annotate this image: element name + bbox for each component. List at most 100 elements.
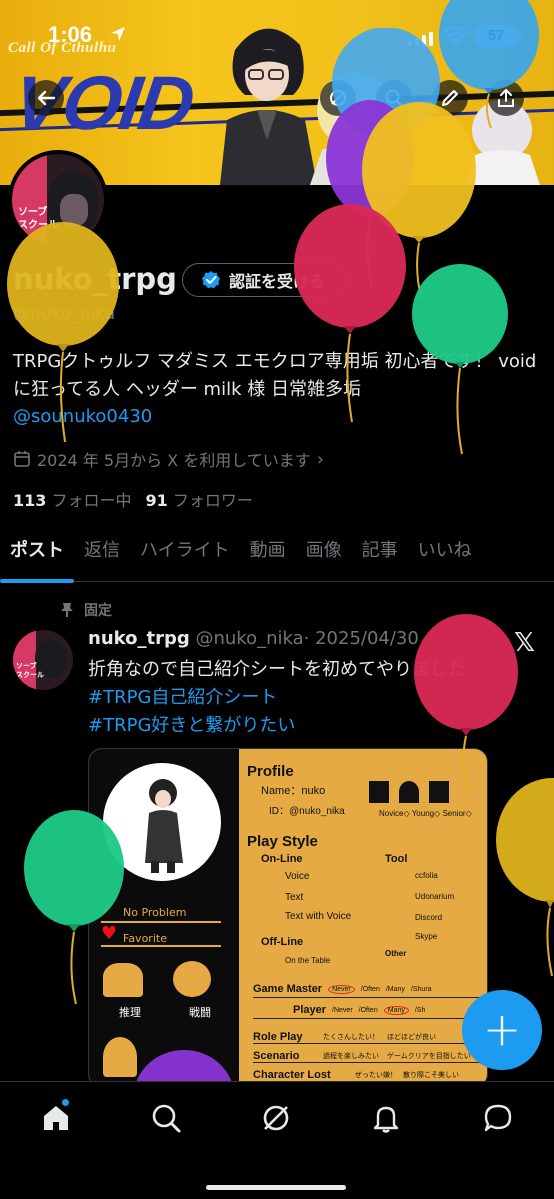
sheet-online-item: Text: [285, 892, 304, 903]
post-body: 折角なので自己紹介シートを初めてやりました #TRPG自己紹介シート #TRPG…: [88, 656, 466, 740]
tab-articles[interactable]: 記事: [352, 530, 408, 582]
sheet-roleplay-row: Role Play たくさんしたい！ ほどほどが良い: [253, 1031, 487, 1044]
x-logo-icon: 𝕏: [514, 628, 535, 658]
post-header: nuko_trpg @nuko_nika· 2025/04/30: [88, 628, 419, 649]
post-author-handle[interactable]: @nuko_nika: [195, 628, 303, 649]
tab-photos[interactable]: 画像: [296, 530, 352, 582]
sheet-player-label: Player: [293, 1004, 327, 1016]
tab-highlights[interactable]: ハイライト: [130, 530, 240, 582]
nav-grok[interactable]: [258, 1100, 294, 1136]
tab-posts[interactable]: ポスト: [0, 530, 74, 583]
edit-profile-button[interactable]: [432, 80, 468, 116]
following-link[interactable]: 113 フォロー中: [13, 487, 132, 511]
sheet-levels: Novice◇ Young◇ Senior◇: [379, 809, 472, 818]
sheet-profile-heading: Profile: [247, 763, 294, 780]
sheet-right-panel: Profile Name：nuko ID：@nuko_nika Novice◇ …: [239, 749, 487, 1087]
tab-videos[interactable]: 動画: [240, 530, 296, 582]
join-date-row[interactable]: 2024 年 5月から X を利用しています ›: [13, 447, 324, 471]
sheet-online-column: On-Line Voice Text Text with Voice Off-L…: [261, 853, 371, 965]
followers-label: フォロワー: [172, 491, 253, 510]
verified-badge-icon: [202, 271, 220, 289]
sheet-level: Senior: [442, 809, 466, 818]
wifi-icon: [441, 26, 469, 46]
sheet-divider: [101, 921, 221, 923]
chevron-right-icon: ›: [316, 448, 324, 470]
pinned-label: 固定: [84, 603, 112, 619]
battery-indicator: 57: [475, 25, 517, 47]
sheet-other: Other: [385, 949, 407, 958]
grok-button[interactable]: [320, 80, 356, 116]
sheet-online: On-Line: [261, 853, 303, 865]
sheet-no-problem: No Problem: [123, 906, 187, 919]
avatar-caption: ソーブ スクール: [18, 206, 58, 232]
home-icon: [44, 1106, 68, 1130]
sheet-gm-label: Game Master: [253, 983, 323, 995]
chat-bubble-icon: [484, 1104, 512, 1132]
nav-messages[interactable]: [480, 1100, 516, 1136]
sheet-left-panel: ✔ No Problem ♥ Favorite 推理 戦闘: [89, 749, 239, 1087]
get-verified-button[interactable]: 認証を受ける: [182, 263, 348, 297]
sheet-player-row: Player /Never /Often Many /Sh: [253, 1004, 487, 1019]
sheet-tool-item: Skype: [415, 932, 438, 941]
search-icon: [385, 89, 404, 108]
home-unread-dot: [62, 1099, 69, 1106]
sheet-gm-option: /Shura: [410, 985, 432, 993]
profile-name: nuko_trpg: [13, 262, 177, 296]
sheet-tool-item: Udonarium: [415, 892, 455, 901]
home-indicator[interactable]: [206, 1185, 346, 1190]
post-author-avatar[interactable]: ソーブ スクール: [13, 630, 73, 690]
sheet-gm-player: Game Master Never /Often /Many /Shura Pl…: [253, 983, 487, 1081]
status-time: 1:06: [48, 22, 93, 47]
post-hashtag[interactable]: #TRPG自己紹介シート: [88, 684, 466, 712]
pencil-icon: [442, 90, 458, 106]
sheet-play-style-heading: Play Style: [247, 833, 318, 850]
avatar-pink-panel: [12, 154, 47, 246]
boxing-glove-icon: [173, 961, 211, 997]
tab-replies[interactable]: 返信: [74, 530, 130, 582]
sheet-scenario-option: ゲームクリアを目指したい: [387, 1053, 471, 1060]
sheet-level: Novice: [379, 809, 404, 818]
back-button[interactable]: [28, 80, 64, 116]
sheet-online-item: Text with Voice: [285, 911, 352, 922]
followers-link[interactable]: 91 フォロワー: [146, 487, 253, 511]
bottom-navigation: [0, 1081, 554, 1199]
post-avatar-caption-line2: スクール: [16, 671, 44, 679]
ghost-icon: [103, 1037, 137, 1077]
profile-bio: TRPGクトゥルフ マダミス エモクロア専用垢 初心者です！ voidに狂ってる…: [13, 351, 537, 400]
share-button[interactable]: [488, 80, 524, 116]
sheet-online-item: Voice: [285, 871, 310, 882]
get-verified-label: 認証を受ける: [229, 272, 326, 291]
post-image[interactable]: ✔ No Problem ♥ Favorite 推理 戦闘 Profile Na…: [88, 748, 488, 1088]
nav-notifications[interactable]: [368, 1100, 404, 1136]
share-icon: [498, 89, 514, 107]
bell-icon: [373, 1106, 399, 1133]
tab-likes[interactable]: いいね: [408, 530, 482, 582]
pin-icon: [61, 603, 73, 617]
sheet-lost-option: 散り際こそ美しい: [403, 1072, 459, 1079]
battery-tip: [518, 32, 521, 40]
sheet-scenario-row: Scenario 過程を楽しみたい ゲームクリアを目指したい: [253, 1050, 487, 1063]
post-hashtag[interactable]: #TRPG好きと繋がりたい: [88, 712, 466, 740]
sheet-player-option: /Never: [332, 1006, 353, 1014]
profile-avatar[interactable]: ソーブ スクール: [8, 150, 108, 250]
nav-search[interactable]: [148, 1100, 184, 1136]
search-profile-button[interactable]: [376, 80, 412, 116]
compose-button[interactable]: +: [462, 990, 542, 1070]
young-leaf-icon: [399, 781, 419, 803]
profile-handle: @nuko_nika: [13, 304, 116, 324]
followers-count: 91: [145, 491, 168, 510]
sheet-roleplay-option: たくさんしたい！: [323, 1034, 379, 1041]
sheet-tool-item: ccfolia: [415, 871, 438, 880]
nav-home[interactable]: [38, 1100, 74, 1136]
grok-icon: [263, 1105, 289, 1131]
post-author-name[interactable]: nuko_trpg: [88, 628, 190, 649]
grok-icon: [330, 90, 346, 106]
sheet-player-option: /Sh: [414, 1006, 426, 1014]
banner-character-blonde: [310, 72, 400, 185]
cellular-signal-icon: [408, 32, 433, 46]
post-date[interactable]: · 2025/04/30: [304, 628, 419, 649]
bio-mention-link[interactable]: @sounuko0430: [13, 406, 152, 427]
avatar-caption-line2: スクール: [18, 220, 58, 231]
sheet-roleplay-label: Role Play: [253, 1031, 303, 1043]
sheet-gm-row: Game Master Never /Often /Many /Shura: [253, 983, 487, 998]
